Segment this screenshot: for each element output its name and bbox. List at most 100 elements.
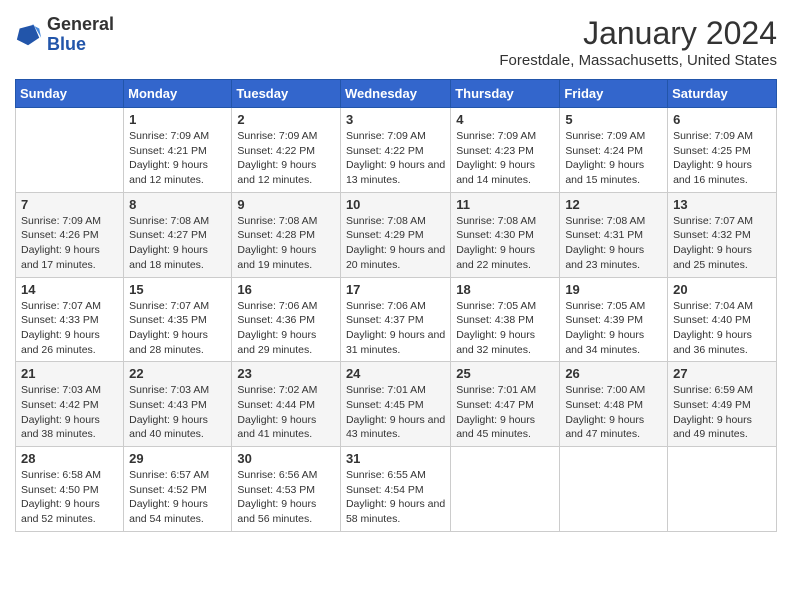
- day-number: 31: [346, 451, 445, 466]
- day-number: 24: [346, 366, 445, 381]
- week-row-3: 14 Sunrise: 7:07 AMSunset: 4:33 PMDayligh…: [16, 277, 777, 362]
- day-number: 7: [21, 197, 118, 212]
- day-info: Sunrise: 7:04 AMSunset: 4:40 PMDaylight:…: [673, 299, 771, 358]
- day-info: Sunrise: 7:09 AMSunset: 4:24 PMDaylight:…: [565, 129, 662, 188]
- day-cell: 14 Sunrise: 7:07 AMSunset: 4:33 PMDayligh…: [16, 277, 124, 362]
- day-info: Sunrise: 7:05 AMSunset: 4:39 PMDaylight:…: [565, 299, 662, 358]
- column-header-saturday: Saturday: [668, 80, 777, 108]
- column-header-friday: Friday: [560, 80, 668, 108]
- week-row-2: 7 Sunrise: 7:09 AMSunset: 4:26 PMDaylight…: [16, 192, 777, 277]
- day-cell: 12Sunrise: 7:08 AMSunset: 4:31 PMDayligh…: [560, 192, 668, 277]
- day-cell: 17 Sunrise: 7:06 AMSunset: 4:37 PMDayligh…: [340, 277, 450, 362]
- day-number: 26: [565, 366, 662, 381]
- day-number: 10: [346, 197, 445, 212]
- column-header-wednesday: Wednesday: [340, 80, 450, 108]
- day-number: 27: [673, 366, 771, 381]
- day-info: Sunrise: 7:01 AMSunset: 4:47 PMDaylight:…: [456, 383, 554, 442]
- day-cell: 1Sunrise: 7:09 AMSunset: 4:21 PMDaylight…: [124, 108, 232, 193]
- day-cell: [560, 447, 668, 532]
- day-info: Sunrise: 7:09 AMSunset: 4:22 PMDaylight:…: [346, 129, 445, 188]
- day-info: Sunrise: 7:06 AMSunset: 4:37 PMDaylight:…: [346, 299, 445, 358]
- day-info: Sunrise: 7:09 AMSunset: 4:21 PMDaylight:…: [129, 129, 226, 188]
- day-number: 9: [237, 197, 335, 212]
- day-number: 3: [346, 112, 445, 127]
- day-cell: 30 Sunrise: 6:56 AMSunset: 4:53 PMDayligh…: [232, 447, 341, 532]
- day-info: Sunrise: 7:06 AMSunset: 4:36 PMDaylight:…: [237, 299, 335, 358]
- day-info: Sunrise: 7:09 AMSunset: 4:23 PMDaylight:…: [456, 129, 554, 188]
- day-cell: 16 Sunrise: 7:06 AMSunset: 4:36 PMDayligh…: [232, 277, 341, 362]
- day-cell: 29Sunrise: 6:57 AMSunset: 4:52 PMDayligh…: [124, 447, 232, 532]
- day-cell: 22 Sunrise: 7:03 AMSunset: 4:43 PMDayligh…: [124, 362, 232, 447]
- day-cell: 5 Sunrise: 7:09 AMSunset: 4:24 PMDaylight…: [560, 108, 668, 193]
- day-info: Sunrise: 7:09 AMSunset: 4:25 PMDaylight:…: [673, 129, 771, 188]
- day-cell: 3 Sunrise: 7:09 AMSunset: 4:22 PMDaylight…: [340, 108, 450, 193]
- day-number: 5: [565, 112, 662, 127]
- day-cell: 20 Sunrise: 7:04 AMSunset: 4:40 PMDayligh…: [668, 277, 777, 362]
- day-number: 15: [129, 282, 226, 297]
- logo-blue: Blue: [47, 34, 86, 54]
- day-cell: 18 Sunrise: 7:05 AMSunset: 4:38 PMDayligh…: [451, 277, 560, 362]
- day-info: Sunrise: 7:01 AMSunset: 4:45 PMDaylight:…: [346, 383, 445, 442]
- day-info: Sunrise: 6:58 AMSunset: 4:50 PMDaylight:…: [21, 468, 118, 527]
- logo-text: General Blue: [47, 15, 114, 55]
- day-cell: 10 Sunrise: 7:08 AMSunset: 4:29 PMDayligh…: [340, 192, 450, 277]
- day-cell: 8 Sunrise: 7:08 AMSunset: 4:27 PMDaylight…: [124, 192, 232, 277]
- day-cell: [451, 447, 560, 532]
- day-number: 14: [21, 282, 118, 297]
- day-cell: [668, 447, 777, 532]
- day-number: 16: [237, 282, 335, 297]
- column-header-tuesday: Tuesday: [232, 80, 341, 108]
- day-info: Sunrise: 7:08 AMSunset: 4:29 PMDaylight:…: [346, 214, 445, 273]
- day-cell: 31 Sunrise: 6:55 AMSunset: 4:54 PMDayligh…: [340, 447, 450, 532]
- day-cell: 26Sunrise: 7:00 AMSunset: 4:48 PMDayligh…: [560, 362, 668, 447]
- day-number: 22: [129, 366, 226, 381]
- day-number: 13: [673, 197, 771, 212]
- day-number: 28: [21, 451, 118, 466]
- week-row-1: 1Sunrise: 7:09 AMSunset: 4:21 PMDaylight…: [16, 108, 777, 193]
- day-info: Sunrise: 7:07 AMSunset: 4:35 PMDaylight:…: [129, 299, 226, 358]
- day-number: 6: [673, 112, 771, 127]
- day-cell: 21 Sunrise: 7:03 AMSunset: 4:42 PMDayligh…: [16, 362, 124, 447]
- column-header-monday: Monday: [124, 80, 232, 108]
- day-info: Sunrise: 7:09 AMSunset: 4:26 PMDaylight:…: [21, 214, 118, 273]
- month-title: January 2024: [499, 15, 777, 52]
- day-info: Sunrise: 7:07 AMSunset: 4:32 PMDaylight:…: [673, 214, 771, 273]
- day-number: 23: [237, 366, 335, 381]
- day-info: Sunrise: 7:09 AMSunset: 4:22 PMDaylight:…: [237, 129, 335, 188]
- day-number: 30: [237, 451, 335, 466]
- logo-icon: [15, 21, 43, 49]
- day-info: Sunrise: 6:56 AMSunset: 4:53 PMDaylight:…: [237, 468, 335, 527]
- day-cell: 4Sunrise: 7:09 AMSunset: 4:23 PMDaylight…: [451, 108, 560, 193]
- day-number: 20: [673, 282, 771, 297]
- day-cell: 19 Sunrise: 7:05 AMSunset: 4:39 PMDayligh…: [560, 277, 668, 362]
- day-number: 8: [129, 197, 226, 212]
- day-number: 2: [237, 112, 335, 127]
- day-info: Sunrise: 7:03 AMSunset: 4:43 PMDaylight:…: [129, 383, 226, 442]
- day-number: 19: [565, 282, 662, 297]
- day-cell: 23Sunrise: 7:02 AMSunset: 4:44 PMDayligh…: [232, 362, 341, 447]
- day-cell: 13 Sunrise: 7:07 AMSunset: 4:32 PMDayligh…: [668, 192, 777, 277]
- day-info: Sunrise: 7:07 AMSunset: 4:33 PMDaylight:…: [21, 299, 118, 358]
- day-info: Sunrise: 7:03 AMSunset: 4:42 PMDaylight:…: [21, 383, 118, 442]
- week-row-4: 21 Sunrise: 7:03 AMSunset: 4:42 PMDayligh…: [16, 362, 777, 447]
- day-number: 12: [565, 197, 662, 212]
- calendar-table: SundayMondayTuesdayWednesdayThursdayFrid…: [15, 79, 777, 532]
- day-number: 11: [456, 197, 554, 212]
- day-number: 29: [129, 451, 226, 466]
- day-number: 17: [346, 282, 445, 297]
- week-row-5: 28 Sunrise: 6:58 AMSunset: 4:50 PMDayligh…: [16, 447, 777, 532]
- day-number: 21: [21, 366, 118, 381]
- day-info: Sunrise: 6:55 AMSunset: 4:54 PMDaylight:…: [346, 468, 445, 527]
- day-cell: 24 Sunrise: 7:01 AMSunset: 4:45 PMDayligh…: [340, 362, 450, 447]
- page-header: General Blue January 2024 Forestdale, Ma…: [15, 15, 777, 69]
- day-info: Sunrise: 7:05 AMSunset: 4:38 PMDaylight:…: [456, 299, 554, 358]
- day-info: Sunrise: 7:08 AMSunset: 4:27 PMDaylight:…: [129, 214, 226, 273]
- day-info: Sunrise: 7:08 AMSunset: 4:30 PMDaylight:…: [456, 214, 554, 273]
- day-cell: 6 Sunrise: 7:09 AMSunset: 4:25 PMDaylight…: [668, 108, 777, 193]
- day-number: 18: [456, 282, 554, 297]
- column-header-sunday: Sunday: [16, 80, 124, 108]
- logo-general: General: [47, 14, 114, 34]
- logo: General Blue: [15, 15, 114, 55]
- day-cell: 2 Sunrise: 7:09 AMSunset: 4:22 PMDaylight…: [232, 108, 341, 193]
- column-header-thursday: Thursday: [451, 80, 560, 108]
